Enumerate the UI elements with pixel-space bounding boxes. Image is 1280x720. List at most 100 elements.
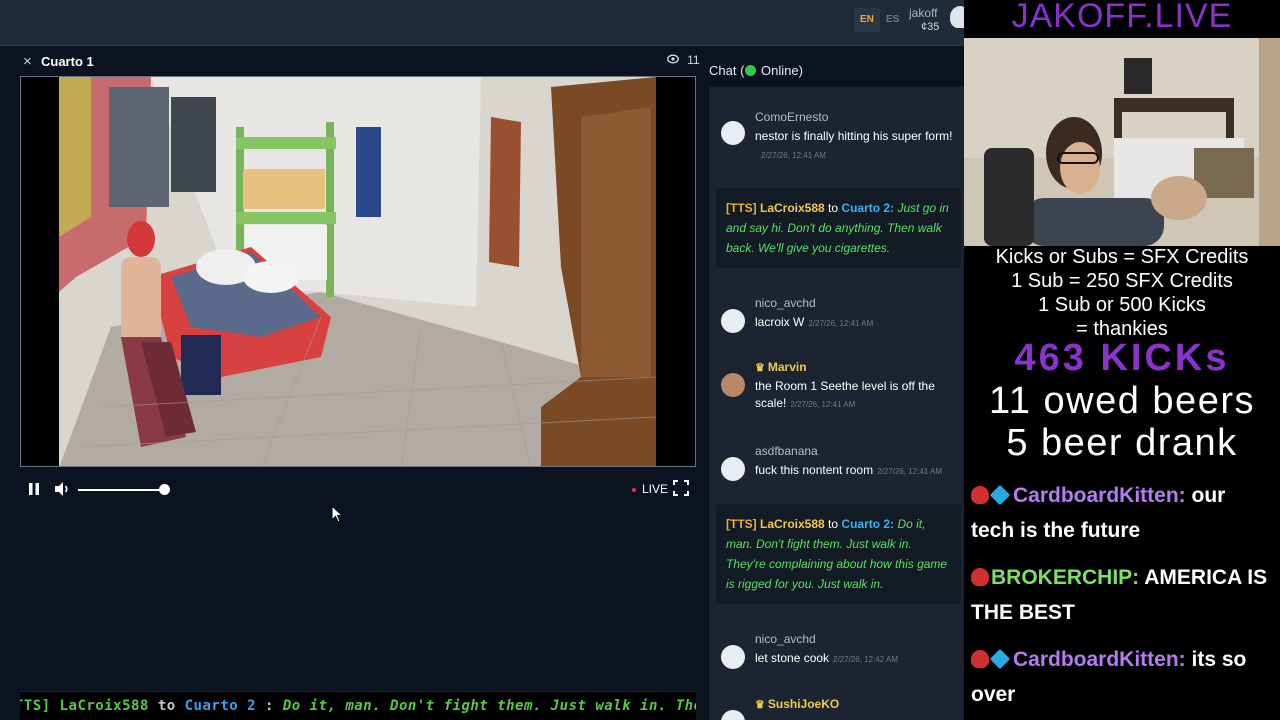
tts-message: [TTS] LaCroix588 to Cuarto 2: Just go in… xyxy=(716,188,961,268)
pause-icon[interactable] xyxy=(27,482,41,496)
chat-timestamp: 2/27/26, 12:42 AM xyxy=(833,655,898,664)
user-avatar xyxy=(721,710,745,720)
ticker-tag: [TTS] xyxy=(20,698,51,714)
rules-line: Kicks or Subs = SFX Credits xyxy=(995,246,1249,268)
beer-drank-counter: 5 beer drank xyxy=(1006,422,1238,464)
mouse-cursor-icon xyxy=(331,504,344,528)
crown-icon: ♛ xyxy=(755,362,765,374)
user-avatar xyxy=(721,457,745,481)
overlay-chat-message: BROKERCHIP: AMERICA IS THE BEST xyxy=(971,560,1271,630)
chat-username[interactable]: ComoErnesto xyxy=(755,110,828,124)
viewer-count-value: 11 xyxy=(687,53,700,67)
overlay-chat-user: BROKERCHIP: xyxy=(991,566,1140,589)
language-es-button[interactable]: ES xyxy=(880,8,905,32)
chat-timestamp: 2/27/26, 12:41 AM xyxy=(877,467,942,476)
chat-message-list[interactable]: ComoErnesto nestor is finally hitting hi… xyxy=(709,87,968,720)
overlay-title: JAKOFF.LIVE xyxy=(1011,0,1233,35)
tts-tag: [TTS] xyxy=(726,517,757,531)
main-content: × Cuarto 1 11 LIVE TS] LaCroix588 to Cua… xyxy=(0,47,968,720)
video-player[interactable] xyxy=(20,76,696,467)
chat-text: fuck this nontent room 2/27/26, 12:41 AM xyxy=(755,462,965,480)
viewer-count: 11 xyxy=(667,53,700,67)
chat-username[interactable]: nico_avchd xyxy=(755,632,816,646)
chat-header-prefix: Chat ( xyxy=(709,63,745,78)
badge-skull-icon xyxy=(971,568,989,586)
live-dot-icon xyxy=(632,487,636,492)
chat-text: the Room 1 Seethe level is off the scale… xyxy=(755,378,965,413)
room-title: Cuarto 1 xyxy=(41,54,94,69)
chat-message: nico_avchd lacroix W 2/27/26, 12:41 AM xyxy=(709,295,968,335)
volume-slider-track[interactable] xyxy=(78,489,164,491)
user-avatar xyxy=(721,309,745,333)
online-status-icon xyxy=(745,65,757,76)
chat-text-body: lacroix W xyxy=(755,315,805,329)
crown-icon: ♛ xyxy=(755,699,765,711)
volume-slider-handle[interactable] xyxy=(158,484,170,495)
tts-message: [TTS] LaCroix588 to Cuarto 2: Do it, man… xyxy=(716,504,961,604)
user-avatar xyxy=(721,121,745,145)
ticker-to: to xyxy=(157,698,176,714)
tts-tag: [TTS] xyxy=(726,201,757,215)
fullscreen-icon[interactable] xyxy=(673,480,689,496)
webcam-image xyxy=(964,38,1280,246)
chat-message: ♛ Marvin the Room 1 Seethe level is off t… xyxy=(709,359,968,419)
chat-text: nestor is finally hitting his super form… xyxy=(755,129,953,143)
tts-target: Cuarto 2 xyxy=(841,201,891,215)
webcam-feed xyxy=(964,38,1280,246)
chat-message: ♛ SushiJoeKO xyxy=(709,696,968,720)
chat-message: nico_avchd let stone cook 2/27/26, 12:42 … xyxy=(709,631,968,671)
chat-timestamp: 2/27/26, 12:41 AM xyxy=(808,319,874,328)
site-topbar: EN ES jakoff ¢35 xyxy=(0,0,970,46)
overlay-chat-message: CardboardKitten: our tech is the future xyxy=(971,478,1271,548)
badge-skull-icon xyxy=(971,650,989,668)
account-username[interactable]: jakoff xyxy=(909,6,937,20)
chat-text-body: let stone cook xyxy=(755,651,830,665)
rules-line: 1 Sub or 500 Kicks xyxy=(1038,294,1206,316)
rules-line: 1 Sub = 250 SFX Credits xyxy=(1011,270,1233,292)
user-avatar xyxy=(721,373,745,397)
user-avatar xyxy=(721,645,745,669)
chat-message: asdfbanana fuck this nontent room 2/27/26… xyxy=(709,443,968,483)
tts-to: to xyxy=(828,517,839,531)
root: EN ES jakoff ¢35 × Cuarto 1 11 LIVE TS] … xyxy=(0,0,1280,720)
ticker-sender: LaCroix588 xyxy=(59,698,149,714)
eye-icon xyxy=(667,54,682,67)
camera-feed-image xyxy=(21,77,695,466)
overlay-chat-user: CardboardKitten: xyxy=(1013,484,1186,507)
chat-text: let stone cook 2/27/26, 12:42 AM xyxy=(755,650,965,668)
ticker-target: Cuarto 2 xyxy=(184,698,257,714)
ticker-message: Do it, man. Don't fight them. Just walk … xyxy=(282,698,696,714)
tts-target: Cuarto 2 xyxy=(841,517,891,531)
kicks-counter: 463 KICKs xyxy=(1014,337,1230,379)
chat-header-status: Online) xyxy=(761,63,803,78)
chat-username[interactable]: asdfbanana xyxy=(755,444,818,458)
chat-message: ComoErnesto nestor is finally hitting hi… xyxy=(709,107,968,167)
chat-username-text: SushiJoeKO xyxy=(767,697,840,711)
badge-cube-icon xyxy=(989,648,1011,670)
live-indicator: LIVE xyxy=(632,482,668,496)
overlay-chat-user: CardboardKitten: xyxy=(1013,648,1186,671)
close-room-button[interactable]: × xyxy=(23,53,32,70)
tts-sender[interactable]: LaCroix588 xyxy=(760,201,825,215)
chat-timestamp: 2/27/26, 12:41 AM xyxy=(761,151,826,160)
chat-text-body: fuck this nontent room xyxy=(755,463,874,477)
ticker-separator: : xyxy=(265,698,274,714)
chat-header: Chat ( Online) xyxy=(709,63,803,78)
chat-username-text: Marvin xyxy=(767,360,807,374)
tts-ticker: [TTS] LaCroix588 to Cuarto 2 : Do it, ma… xyxy=(20,691,696,720)
account-coins: ¢35 xyxy=(921,21,940,33)
owed-beers-counter: 11 owed beers xyxy=(989,380,1255,422)
language-en-button[interactable]: EN xyxy=(854,8,880,32)
chat-username[interactable]: nico_avchd xyxy=(755,296,816,310)
stream-overlay: JAKOFF.LIVE Kicks or Subs = SFX Credits … xyxy=(964,0,1280,720)
tts-to: to xyxy=(828,201,839,215)
chat-username[interactable]: ♛ Marvin xyxy=(755,360,807,374)
chat-username[interactable]: ♛ SushiJoeKO xyxy=(755,697,839,711)
tts-sender[interactable]: LaCroix588 xyxy=(760,517,825,531)
live-label: LIVE xyxy=(642,482,669,496)
player-controls: LIVE xyxy=(20,476,696,504)
volume-icon[interactable] xyxy=(53,480,71,498)
chat-timestamp: 2/27/26, 12:41 AM xyxy=(790,400,856,409)
badge-cube-icon xyxy=(989,484,1011,506)
badge-skull-icon xyxy=(971,486,989,504)
